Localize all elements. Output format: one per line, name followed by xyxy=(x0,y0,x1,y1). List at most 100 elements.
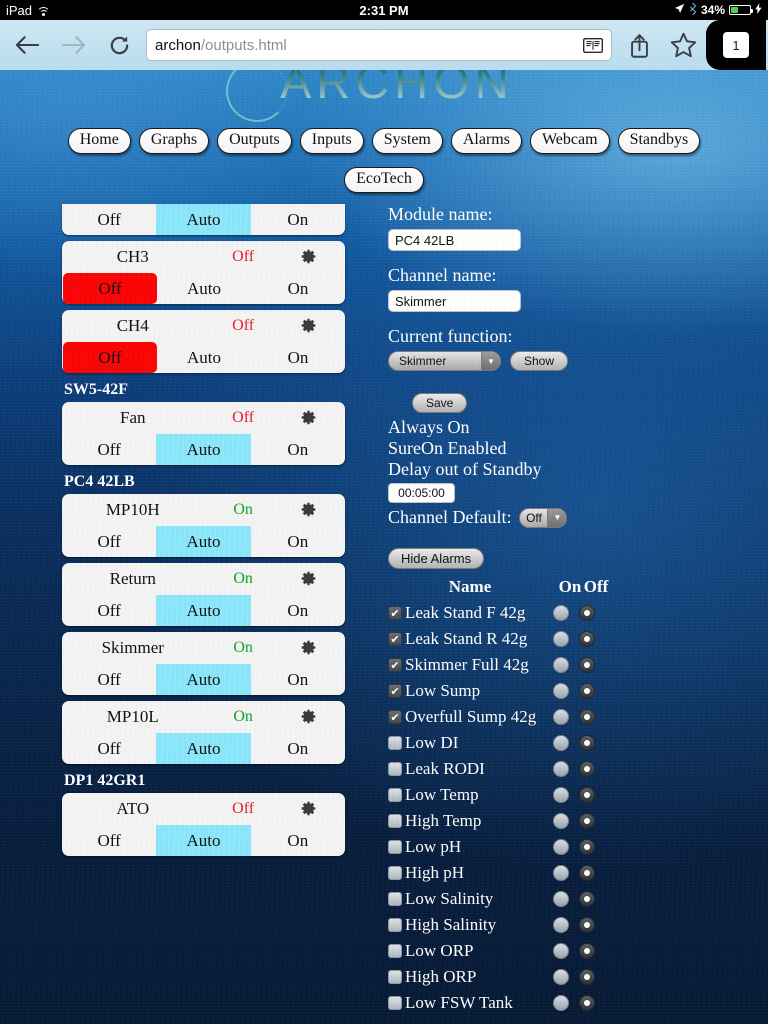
save-button[interactable]: Save xyxy=(412,393,468,413)
current-function-select[interactable]: Skimmer ▼ xyxy=(388,351,501,371)
module-name-input[interactable]: PC4 42LB xyxy=(388,229,521,251)
alarm-off-radio[interactable] xyxy=(579,761,595,777)
alarm-off-radio[interactable] xyxy=(579,917,595,933)
alarm-enable-checkbox[interactable] xyxy=(388,762,402,776)
alarm-on-radio[interactable] xyxy=(553,631,569,647)
channel-mode-on-button[interactable]: On xyxy=(251,526,345,557)
alarm-on-radio[interactable] xyxy=(553,605,569,621)
channel-mode-auto-button[interactable]: Auto xyxy=(156,825,251,856)
channel-mode-auto-button[interactable]: Auto xyxy=(157,342,251,373)
channel-mode-on-button[interactable]: On xyxy=(251,342,345,373)
alarm-off-radio[interactable] xyxy=(579,657,595,673)
nav-item-home[interactable]: Home xyxy=(67,128,131,154)
alarm-enable-checkbox[interactable] xyxy=(388,970,402,984)
alarm-enable-checkbox[interactable] xyxy=(388,658,402,672)
gear-icon[interactable] xyxy=(299,500,317,518)
alarm-enable-checkbox[interactable] xyxy=(388,944,402,958)
alarm-off-radio[interactable] xyxy=(579,605,595,621)
alarm-on-radio[interactable] xyxy=(553,943,569,959)
gear-icon[interactable] xyxy=(299,408,317,426)
gear-icon[interactable] xyxy=(299,247,317,265)
channel-mode-off-button[interactable]: Off xyxy=(63,273,157,304)
channel-mode-off-button[interactable]: Off xyxy=(62,733,156,764)
bookmark-star-icon[interactable] xyxy=(662,24,704,66)
alarm-off-radio[interactable] xyxy=(579,813,595,829)
alarm-enable-checkbox[interactable] xyxy=(388,996,402,1010)
alarm-on-radio[interactable] xyxy=(553,839,569,855)
channel-mode-off-button[interactable]: Off xyxy=(62,434,156,465)
alarm-off-radio[interactable] xyxy=(579,891,595,907)
gear-icon[interactable] xyxy=(299,638,317,656)
alarm-enable-checkbox[interactable] xyxy=(388,632,402,646)
hide-alarms-button[interactable]: Hide Alarms xyxy=(388,548,485,569)
reader-view-icon[interactable] xyxy=(581,34,604,57)
alarm-on-radio[interactable] xyxy=(553,761,569,777)
alarm-on-radio[interactable] xyxy=(553,995,569,1011)
alarm-enable-checkbox[interactable] xyxy=(388,736,402,750)
alarm-off-radio[interactable] xyxy=(579,865,595,881)
nav-item-ecotech[interactable]: EcoTech xyxy=(344,167,424,193)
alarm-on-radio[interactable] xyxy=(553,813,569,829)
nav-item-outputs[interactable]: Outputs xyxy=(217,128,292,154)
alarm-on-radio[interactable] xyxy=(553,865,569,881)
channel-mode-off-button[interactable]: Off xyxy=(62,526,156,557)
alarm-off-radio[interactable] xyxy=(579,839,595,855)
channel-mode-on-button[interactable]: On xyxy=(251,595,345,626)
alarm-on-radio[interactable] xyxy=(553,917,569,933)
channel-mode-auto-button[interactable]: Auto xyxy=(156,664,251,695)
alarm-on-radio[interactable] xyxy=(553,969,569,985)
nav-item-system[interactable]: System xyxy=(371,128,443,154)
channel-mode-on-button[interactable]: On xyxy=(251,733,345,764)
alarm-enable-checkbox[interactable] xyxy=(388,892,402,906)
gear-icon[interactable] xyxy=(299,316,317,334)
channel-name-input[interactable]: Skimmer xyxy=(388,290,521,312)
show-button[interactable]: Show xyxy=(510,351,569,371)
alarm-on-radio[interactable] xyxy=(553,735,569,751)
nav-item-webcam[interactable]: Webcam xyxy=(529,128,610,154)
channel-default-select[interactable]: Off ▼ xyxy=(519,507,568,528)
alarm-enable-checkbox[interactable] xyxy=(388,684,402,698)
channel-mode-auto-button[interactable]: Auto xyxy=(156,204,251,235)
alarm-on-radio[interactable] xyxy=(553,709,569,725)
alarm-enable-checkbox[interactable] xyxy=(388,788,402,802)
channel-mode-off-button[interactable]: Off xyxy=(62,595,156,626)
gear-icon[interactable] xyxy=(299,799,317,817)
channel-mode-on-button[interactable]: On xyxy=(251,825,345,856)
alarm-enable-checkbox[interactable] xyxy=(388,814,402,828)
alarm-enable-checkbox[interactable] xyxy=(388,840,402,854)
gear-icon[interactable] xyxy=(299,707,317,725)
channel-mode-on-button[interactable]: On xyxy=(251,204,345,235)
channel-mode-off-button[interactable]: Off xyxy=(63,342,157,373)
back-arrow-icon[interactable] xyxy=(6,24,48,66)
alarm-on-radio[interactable] xyxy=(553,683,569,699)
alarm-enable-checkbox[interactable] xyxy=(388,866,402,880)
gear-icon[interactable] xyxy=(299,569,317,587)
channel-mode-off-button[interactable]: Off xyxy=(62,664,156,695)
channel-mode-off-button[interactable]: Off xyxy=(62,825,156,856)
channel-mode-on-button[interactable]: On xyxy=(251,273,345,304)
forward-arrow-icon[interactable] xyxy=(52,24,94,66)
channel-mode-auto-button[interactable]: Auto xyxy=(156,595,251,626)
delay-time-input[interactable]: 00:05:00 xyxy=(388,483,455,503)
alarm-enable-checkbox[interactable] xyxy=(388,918,402,932)
alarm-off-radio[interactable] xyxy=(579,969,595,985)
alarm-on-radio[interactable] xyxy=(553,787,569,803)
channel-mode-auto-button[interactable]: Auto xyxy=(157,273,251,304)
alarm-off-radio[interactable] xyxy=(579,683,595,699)
alarm-off-radio[interactable] xyxy=(579,709,595,725)
alarm-enable-checkbox[interactable] xyxy=(388,710,402,724)
alarm-on-radio[interactable] xyxy=(553,891,569,907)
channel-mode-auto-button[interactable]: Auto xyxy=(156,733,251,764)
alarm-off-radio[interactable] xyxy=(579,943,595,959)
nav-item-graphs[interactable]: Graphs xyxy=(138,128,210,154)
address-bar[interactable]: archon/outputs.html xyxy=(146,29,612,61)
alarm-off-radio[interactable] xyxy=(579,787,595,803)
alarm-off-radio[interactable] xyxy=(579,631,595,647)
alarm-on-radio[interactable] xyxy=(553,657,569,673)
reload-icon[interactable] xyxy=(98,24,140,66)
alarm-off-radio[interactable] xyxy=(579,735,595,751)
channel-mode-off-button[interactable]: Off xyxy=(62,204,156,235)
share-icon[interactable] xyxy=(618,24,660,66)
alarm-off-radio[interactable] xyxy=(579,995,595,1011)
alarm-enable-checkbox[interactable] xyxy=(388,606,402,620)
